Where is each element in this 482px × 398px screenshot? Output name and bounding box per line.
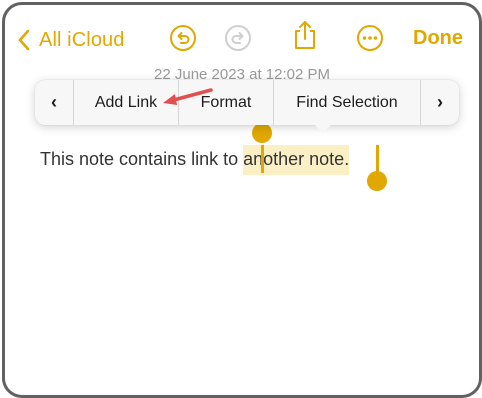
menu-item-find-selection[interactable]: Find Selection: [274, 80, 421, 125]
redo-icon: [224, 24, 252, 57]
annotation-arrow-icon: [161, 85, 215, 112]
selection-start-caret: [261, 145, 264, 173]
redo-button[interactable]: [223, 24, 253, 57]
notes-window: All iCloud Done 22 June 2023 at 12:02 PM…: [2, 2, 482, 398]
selection-start-handle[interactable]: [252, 123, 272, 143]
menu-next-button[interactable]: ›: [421, 80, 459, 125]
edit-context-menu: ‹ Add Link Format Find Selection ›: [35, 80, 459, 125]
selected-text[interactable]: another note.: [243, 145, 350, 175]
share-icon: [292, 19, 318, 56]
more-button[interactable]: [355, 24, 385, 57]
done-button[interactable]: Done: [413, 27, 463, 50]
back-label: All iCloud: [39, 28, 125, 51]
more-icon: [356, 24, 384, 57]
chevron-left-icon: [17, 29, 31, 51]
note-text-plain: This note contains link to: [40, 149, 244, 169]
menu-pointer: [314, 124, 332, 133]
undo-button[interactable]: [168, 24, 198, 57]
share-button[interactable]: [290, 20, 320, 52]
selection-end-handle[interactable]: [367, 171, 387, 191]
menu-previous-button[interactable]: ‹: [35, 80, 74, 125]
undo-icon: [169, 24, 197, 57]
note-text[interactable]: This note contains link to another note.: [40, 145, 350, 175]
back-button[interactable]: All iCloud: [17, 25, 124, 55]
